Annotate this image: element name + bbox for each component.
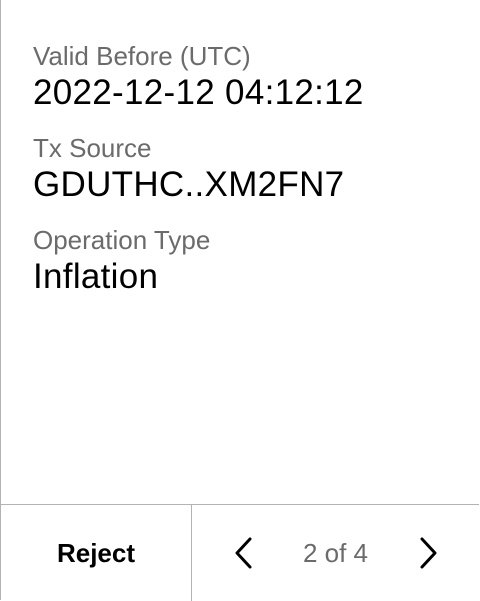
field-value: 2022-12-12 04:12:12 <box>33 73 364 112</box>
chevron-right-icon[interactable] <box>400 525 456 581</box>
review-panel: Valid Before (UTC) 2022-12-12 04:12:12 T… <box>0 0 479 601</box>
action-footer: Reject 2 of 4 <box>1 504 479 601</box>
field-value: GDUTHC..XM2FN7 <box>33 165 345 204</box>
field-label: Valid Before (UTC) <box>33 41 251 71</box>
reject-button[interactable]: Reject <box>1 505 192 601</box>
field-label: Operation Type <box>33 225 211 255</box>
pager: 2 of 4 <box>192 505 479 601</box>
page-indicator: 2 of 4 <box>302 537 369 568</box>
transaction-details: Valid Before (UTC) 2022-12-12 04:12:12 T… <box>33 40 463 316</box>
chevron-left-icon[interactable] <box>216 525 272 581</box>
field-tx-source: Tx Source GDUTHC..XM2FN7 <box>33 132 463 206</box>
field-value: Inflation <box>33 257 159 296</box>
field-label: Tx Source <box>33 133 152 163</box>
field-valid-before: Valid Before (UTC) 2022-12-12 04:12:12 <box>33 40 463 114</box>
field-operation-type: Operation Type Inflation <box>33 224 463 298</box>
